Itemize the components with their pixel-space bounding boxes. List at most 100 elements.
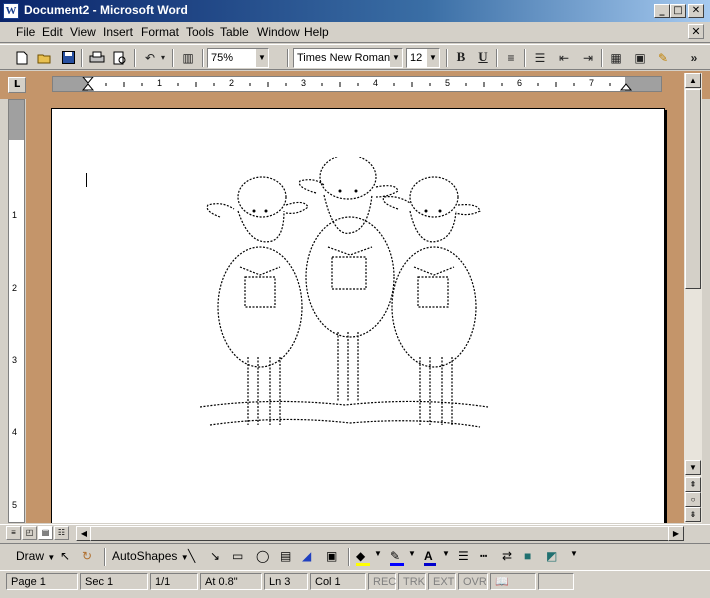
shadow-icon[interactable]: ■ <box>524 549 531 563</box>
menu-window[interactable]: Window <box>257 25 300 39</box>
minimize-button[interactable]: _ <box>654 4 670 18</box>
font-value: Times New Roman <box>297 52 391 64</box>
three-sheep-clipart-image[interactable] <box>200 157 490 447</box>
font-color-swatch <box>424 563 436 566</box>
underline-button[interactable]: U <box>473 49 493 67</box>
chevron-down-icon[interactable]: ▼ <box>390 49 402 67</box>
status-at: At 0.8" <box>200 573 262 590</box>
line-style-icon[interactable]: ☰ <box>458 549 469 563</box>
menu-insert[interactable]: Insert <box>103 25 133 39</box>
tab-selector-button[interactable]: L <box>8 77 26 93</box>
table-grid-icon[interactable]: ▦ <box>606 49 626 67</box>
top-margin-area <box>9 100 24 140</box>
status-rec[interactable]: REC <box>368 573 396 590</box>
numbered-list-icon[interactable]: ☰ <box>530 49 550 67</box>
oval-icon[interactable]: ◯ <box>256 549 269 563</box>
ruler-number: 3 <box>12 355 18 365</box>
status-ext[interactable]: EXT <box>428 573 456 590</box>
horizontal-scroll-thumb[interactable] <box>90 526 670 541</box>
chevron-down-icon[interactable]: ▼ <box>374 549 382 558</box>
ruler-row: L 1 2 3 4 5 6 7 <box>0 71 710 99</box>
insert-picture-icon[interactable]: ▣ <box>630 49 650 67</box>
undo-icon[interactable]: ↶ <box>140 49 160 67</box>
arrow-icon[interactable]: ↘ <box>210 549 220 563</box>
free-rotate-icon[interactable]: ↻ <box>82 549 92 563</box>
line-color-icon[interactable]: ✎ <box>390 549 404 566</box>
scroll-right-icon[interactable]: ▶ <box>668 526 684 541</box>
scroll-down-icon[interactable]: ▼ <box>685 460 701 475</box>
scroll-up-icon[interactable]: ▲ <box>685 73 701 88</box>
toolbar-overflow-icon[interactable]: » <box>684 49 704 67</box>
draw-menu-button[interactable]: Draw ▼ <box>16 549 55 563</box>
previous-page-icon[interactable]: ⇞ <box>685 477 701 492</box>
increase-indent-icon[interactable]: ⇥ <box>578 49 598 67</box>
select-objects-icon[interactable]: ↖ <box>60 549 70 563</box>
dash-style-icon[interactable]: ┅ <box>480 549 487 563</box>
clip-art-icon[interactable]: ▣ <box>326 549 337 563</box>
vertical-ruler[interactable]: 1 2 3 4 5 <box>8 99 25 523</box>
menu-help[interactable]: Help <box>304 25 329 39</box>
status-trk[interactable]: TRK <box>398 573 426 590</box>
wordart-icon[interactable]: ◢ <box>302 549 311 563</box>
decrease-indent-icon[interactable]: ⇤ <box>554 49 574 67</box>
zoom-value: 75% <box>211 52 234 64</box>
next-page-icon[interactable]: ⇟ <box>685 507 701 522</box>
arrow-style-icon[interactable]: ⇄ <box>502 549 512 563</box>
text-box-icon[interactable]: ▤ <box>280 549 291 563</box>
chevron-down-icon: ▼ <box>47 553 56 562</box>
maximize-button[interactable]: □ <box>670 4 686 18</box>
menu-file[interactable]: File <box>16 25 35 39</box>
horizontal-scrollbar[interactable]: ◀ ▶ <box>76 526 684 541</box>
chevron-down-icon[interactable]: ▼ <box>427 49 439 67</box>
bold-button[interactable]: B <box>451 49 471 67</box>
font-size-select[interactable]: 12 ▼ <box>406 48 440 68</box>
horizontal-ruler[interactable]: 1 2 3 4 5 6 7 <box>52 76 662 92</box>
font-size-value: 12 <box>410 52 423 64</box>
menu-table[interactable]: Table <box>220 25 249 39</box>
outline-view-icon[interactable]: ☷ <box>54 526 69 540</box>
web-layout-view-icon[interactable]: ◰ <box>22 526 37 540</box>
status-column: Col 1 <box>310 573 366 590</box>
menu-format[interactable]: Format <box>141 25 179 39</box>
font-select[interactable]: Times New Roman ▼ <box>293 48 403 68</box>
document-close-button[interactable]: ✕ <box>688 24 704 39</box>
document-page[interactable] <box>51 108 665 523</box>
autoshapes-label: AutoShapes <box>112 549 178 563</box>
spelling-check-icon[interactable]: 📖 <box>490 573 536 590</box>
close-button[interactable]: ✕ <box>688 4 704 18</box>
menu-tools[interactable]: Tools <box>186 25 214 39</box>
vertical-scrollbar[interactable]: ▲ ▼ ⇞ ○ ⇟ <box>684 73 702 523</box>
select-browse-object-icon[interactable]: ○ <box>685 492 701 507</box>
ruler-number: 2 <box>12 283 18 293</box>
normal-view-icon[interactable]: ≡ <box>6 526 21 540</box>
chevron-down-icon[interactable]: ▼ <box>570 549 578 558</box>
chevron-down-icon[interactable]: ▼ <box>256 49 268 67</box>
fill-color-icon[interactable]: ◆ <box>356 549 370 566</box>
undo-dropdown-icon[interactable]: ▾ <box>158 49 168 67</box>
status-ovr[interactable]: OVR <box>458 573 488 590</box>
window-title: Document2 - Microsoft Word <box>24 3 188 17</box>
format-painter-icon[interactable]: ✎ <box>653 49 673 67</box>
draw-label: Draw <box>16 549 45 563</box>
text-cursor <box>86 173 87 187</box>
align-center-icon[interactable]: ≡ <box>501 49 521 67</box>
3d-icon[interactable]: ◩ <box>546 549 557 563</box>
columns-icon[interactable]: ▥ <box>178 49 198 67</box>
autoshapes-menu-button[interactable]: AutoShapes ▼ <box>112 549 189 563</box>
font-color-icon[interactable]: A <box>424 549 436 566</box>
menu-edit[interactable]: Edit <box>42 25 63 39</box>
save-icon[interactable] <box>58 49 78 67</box>
word-app-icon[interactable]: W <box>3 3 19 19</box>
print-layout-view-icon[interactable]: ▤ <box>38 526 53 540</box>
new-document-icon[interactable] <box>12 49 32 67</box>
zoom-select[interactable]: 75% ▼ <box>207 48 269 68</box>
print-preview-icon[interactable] <box>110 49 130 67</box>
print-icon[interactable] <box>87 49 107 67</box>
chevron-down-icon[interactable]: ▼ <box>408 549 416 558</box>
chevron-down-icon[interactable]: ▼ <box>442 549 450 558</box>
line-icon[interactable]: ╲ <box>188 549 195 563</box>
vertical-scroll-thumb[interactable] <box>685 89 701 289</box>
menu-view[interactable]: View <box>70 25 96 39</box>
open-folder-icon[interactable] <box>35 49 55 67</box>
rectangle-icon[interactable]: ▭ <box>232 549 243 563</box>
